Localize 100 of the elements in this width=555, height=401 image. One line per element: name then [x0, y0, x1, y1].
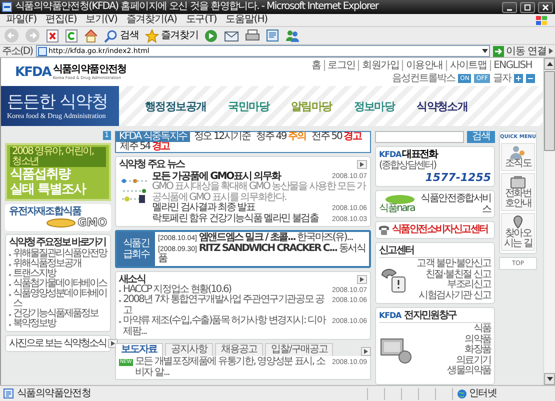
nav-link[interactable]: 식약청소개: [416, 98, 468, 114]
quick-menu-item[interactable]: 전화번호안내: [501, 173, 535, 211]
quick-link[interactable]: 복약정보방: [9, 319, 107, 329]
region-reading: 전주 50: [310, 132, 344, 142]
top-link[interactable]: ENGLISH: [490, 60, 535, 71]
petition-link[interactable]: 식품: [473, 324, 491, 334]
quick-menu-item[interactable]: 조직도: [501, 143, 535, 171]
report-link[interactable]: 부조리신고: [446, 280, 491, 290]
people-icon: [509, 145, 527, 159]
quick-link[interactable]: 식품첨가물데이터베이스: [9, 279, 107, 289]
petition-link[interactable]: 의약품: [464, 334, 491, 345]
section-title: 신고센터: [379, 245, 415, 256]
printer-icon: [245, 29, 260, 42]
report-link[interactable]: 고객 불만·불안신고: [416, 259, 491, 270]
section-title: 식약청 주요 뉴스: [119, 159, 184, 170]
search-button[interactable]: 검색: [467, 131, 495, 143]
scroll-up-button[interactable]: [544, 58, 555, 70]
edit-button[interactable]: [266, 29, 280, 42]
news-link[interactable]: 락토페린 함유 건강기능식품 멜라민 불검출: [152, 214, 318, 224]
gmo-banner[interactable]: 유전자재조합식품 GMO: [5, 204, 111, 231]
tab[interactable]: 공지사항: [165, 343, 213, 356]
refresh-button[interactable]: [65, 28, 78, 42]
mail-button[interactable]: [224, 30, 240, 42]
search-button[interactable]: 검색: [104, 28, 139, 42]
up-arrow-icon: [546, 62, 552, 66]
menu-item[interactable]: 보기(V): [86, 14, 118, 26]
kfda-logo: KFDA: [379, 311, 402, 320]
quick-link[interactable]: 식품영양성분데이터베이스: [9, 289, 107, 309]
alert-level: 경고: [152, 142, 171, 152]
notice-link[interactable]: 마약류 제조(수입,수출)품목 허가사항 변경지시: 디아제팜...: [119, 316, 329, 337]
quick-link[interactable]: 건강기능식품제품정보: [9, 309, 107, 319]
menu-item[interactable]: 즐겨찾기(A): [126, 14, 177, 26]
tab[interactable]: 보도자료: [115, 343, 163, 356]
alert-level: 주의: [288, 132, 307, 142]
ticker-label: KFDA 식중독지수: [116, 132, 190, 142]
report-link[interactable]: 시험검사기관 신고: [418, 290, 491, 301]
close-button[interactable]: [538, 2, 553, 12]
favorites-button[interactable]: 즐겨찾기: [144, 28, 198, 42]
press-link[interactable]: 모든 개별포장제품에 유통기한, 영양성분 표시, 소비자 알...: [134, 357, 329, 378]
food-safety-service-banner[interactable]: 식품nara 식품안전종합서비스: [375, 190, 495, 218]
section-title: 새소식: [119, 274, 146, 284]
menu-item[interactable]: 도구(T): [186, 14, 217, 26]
section-title: 사진으로 보는 식약청소식: [9, 338, 106, 349]
petition-link[interactable]: 생물의약품: [446, 366, 491, 376]
quick-link[interactable]: 트랜스지방: [9, 269, 107, 279]
nav-link[interactable]: 정보마당: [354, 98, 395, 114]
stop-button[interactable]: [46, 28, 59, 42]
survey-banner[interactable]: 2008 영유아, 어린이, 청소년 식품섭취량 실태 특별조사: [5, 143, 111, 201]
home-button[interactable]: [84, 28, 98, 42]
globe-icon: [457, 388, 467, 398]
notice-link[interactable]: 2008년 7차 통합연구개발사업 주관연구기관공모 공고: [119, 295, 329, 316]
minimize-button[interactable]: [502, 2, 517, 12]
messenger-button[interactable]: [285, 29, 300, 42]
links-button[interactable]: 연결: [528, 46, 546, 56]
dropdown-arrow-icon[interactable]: [482, 49, 488, 53]
nav-link[interactable]: 행정정보공개: [145, 98, 206, 114]
tab[interactable]: 채용공고: [215, 343, 263, 356]
document-icon: [266, 29, 280, 42]
more-button[interactable]: [357, 274, 367, 284]
print-button[interactable]: [245, 29, 260, 42]
nav-link[interactable]: 국민마당: [228, 98, 270, 114]
media-button[interactable]: [204, 28, 218, 42]
top-link[interactable]: 사이트맵: [446, 60, 490, 71]
more-button[interactable]: [361, 347, 371, 356]
font-smaller-button[interactable]: [526, 74, 535, 83]
play-arrow-icon: [110, 341, 115, 346]
scrollbar-thumb[interactable]: [544, 71, 555, 151]
menu-item[interactable]: 편집(E): [46, 14, 77, 26]
page-icon: [3, 388, 14, 399]
report-link[interactable]: 친절·불친절 신고: [425, 270, 491, 280]
tab[interactable]: 입찰/구매공고: [265, 343, 334, 356]
top-link[interactable]: 로그인: [324, 60, 358, 71]
logo-mark[interactable]: KFDA: [15, 64, 51, 80]
menu-item[interactable]: 파일(F): [6, 14, 37, 26]
scroll-down-button[interactable]: [544, 373, 555, 385]
maximize-button[interactable]: [520, 2, 535, 12]
hotline-banner[interactable]: KFDA대표전화 (종합상담센터) 1577-1255: [375, 146, 495, 187]
font-larger-button[interactable]: [514, 74, 523, 83]
headline-summary: GMO 표시대상을 확대해 GMO 농산물을 사용한 모든 가공식품에 GMO 표시를 의무화한다.: [152, 182, 367, 202]
quick-link[interactable]: 위해물질관리식품안전망: [9, 249, 107, 259]
search-field[interactable]: [375, 131, 464, 143]
go-button[interactable]: 이동: [493, 46, 525, 56]
top-link[interactable]: 홈: [308, 60, 324, 71]
top-link[interactable]: 회원가입: [358, 60, 402, 71]
notice-link[interactable]: HACCP 지정업소 현황(10.6): [119, 284, 231, 295]
more-button[interactable]: [357, 160, 367, 169]
top-link[interactable]: 이용안내: [402, 60, 446, 71]
menu-item[interactable]: 도움말(H): [226, 14, 268, 26]
chevron-icon[interactable]: [549, 48, 553, 54]
region-reading: 청주 49: [255, 132, 288, 142]
headline-link[interactable]: 모든 가공품에 GMO표시 의무화: [152, 171, 280, 182]
consumer-report-banner[interactable]: 식품안전소비자신고센터: [375, 221, 495, 239]
quick-link[interactable]: 위해식품정보공개: [9, 259, 107, 269]
zone-text: 인터넷: [469, 388, 497, 400]
petition-link[interactable]: 화장품: [464, 345, 491, 356]
petition-link[interactable]: 의료기기: [456, 356, 491, 366]
refresh-icon: [65, 28, 78, 42]
quick-menu-item[interactable]: 찾아오시는 길: [501, 213, 535, 251]
logo-text[interactable]: 식품의약품안전청: [52, 64, 126, 75]
news-link[interactable]: 멜라민 검사결과 최종 발표: [152, 203, 255, 214]
